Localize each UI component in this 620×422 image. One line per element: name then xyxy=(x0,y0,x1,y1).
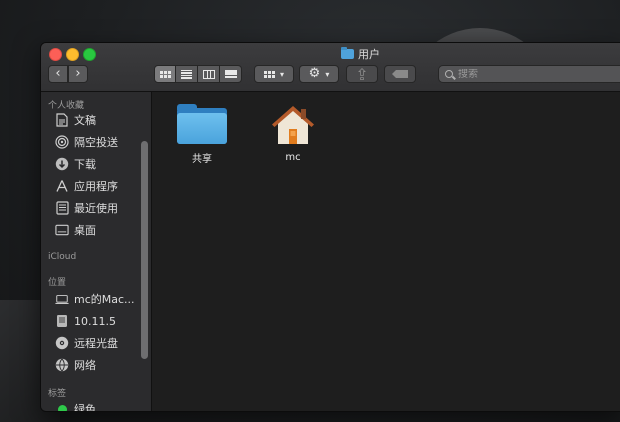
window-title: 用户 xyxy=(341,46,380,62)
desktop-icon xyxy=(55,223,69,237)
list-view-button[interactable] xyxy=(176,65,198,83)
document-icon xyxy=(55,113,69,127)
sidebar-item-network[interactable]: 网络 xyxy=(55,356,96,374)
folder-icon xyxy=(177,104,227,144)
green-tag-dot-icon xyxy=(55,402,69,411)
close-button[interactable] xyxy=(49,48,62,61)
sidebar-section-tags: 标签 xyxy=(48,389,67,399)
chevron-right-icon: › xyxy=(75,66,81,81)
title-bar[interactable]: 用户 ‹ › ▾ ⚙ ▾ ⇪ 搜索 xyxy=(41,43,620,92)
sidebar-item-label: 网络 xyxy=(74,359,96,372)
maximize-button[interactable] xyxy=(83,48,96,61)
file-browser-area: 共享 mc xyxy=(152,92,620,411)
forward-button[interactable]: › xyxy=(68,65,88,83)
sidebar-item-label: 隔空投送 xyxy=(74,136,118,149)
sidebar-item-label: 最近使用 xyxy=(74,202,118,215)
chevron-down-icon: ▾ xyxy=(279,69,284,79)
arrange-button[interactable]: ▾ xyxy=(254,65,294,83)
sidebar-item-remote-disc[interactable]: 远程光盘 xyxy=(55,334,118,352)
applications-icon xyxy=(55,179,69,193)
sidebar-item-label: mc的Mac... xyxy=(74,293,135,306)
sidebar-item-desktop[interactable]: 桌面 xyxy=(55,221,96,239)
sidebar-item-label: 应用程序 xyxy=(74,180,118,193)
view-mode-group xyxy=(154,65,242,83)
share-icon: ⇪ xyxy=(355,64,369,84)
search-input[interactable] xyxy=(458,68,608,80)
search-icon xyxy=(445,70,453,78)
file-item-shared-folder[interactable]: 共享 xyxy=(167,104,237,165)
folder-icon xyxy=(341,47,354,59)
search-field[interactable] xyxy=(438,65,620,83)
file-item-label: mc xyxy=(285,152,301,163)
sidebar-item-label: 绿色 xyxy=(74,403,96,412)
sidebar-item-documents[interactable]: 文稿 xyxy=(55,111,96,129)
chevron-down-icon: ▾ xyxy=(325,69,330,79)
column-view-button[interactable] xyxy=(198,65,220,83)
chevron-left-icon: ‹ xyxy=(55,66,61,81)
gear-icon: ⚙ xyxy=(308,66,321,81)
sidebar-item-airdrop[interactable]: 隔空投送 xyxy=(55,133,118,151)
home-icon xyxy=(272,106,314,144)
sidebar: 个人收藏 文稿 隔空投送 下载 应用程序 最近使用 桌面 iCloud 位置 m… xyxy=(41,92,152,411)
list-icon xyxy=(181,69,192,79)
finder-window: 用户 ‹ › ▾ ⚙ ▾ ⇪ 搜索 个人收藏 文稿 隔空投送 下载 应用程序 最… xyxy=(40,42,620,412)
sidebar-item-applications[interactable]: 应用程序 xyxy=(55,177,118,195)
sidebar-item-tag-green[interactable]: 绿色 xyxy=(55,400,96,412)
sidebar-item-disk[interactable]: 10.11.5 xyxy=(55,312,116,330)
sidebar-scrollbar[interactable] xyxy=(141,141,148,359)
optical-disc-icon xyxy=(55,336,69,350)
sidebar-item-label: 下载 xyxy=(74,158,96,171)
action-button[interactable]: ⚙ ▾ xyxy=(299,65,339,83)
share-button[interactable]: ⇪ xyxy=(346,64,378,84)
cover-flow-button[interactable] xyxy=(220,65,242,83)
download-icon xyxy=(55,157,69,171)
airdrop-icon xyxy=(55,135,69,149)
sidebar-item-label: 10.11.5 xyxy=(74,314,116,328)
sidebar-item-mac[interactable]: mc的Mac... xyxy=(55,290,135,308)
minimize-button[interactable] xyxy=(66,48,79,61)
file-item-label: 共享 xyxy=(192,154,212,165)
grid-icon xyxy=(263,70,275,78)
sidebar-section-icloud: iCloud xyxy=(48,252,77,262)
sidebar-item-label: 文稿 xyxy=(74,114,96,127)
icon-view-button[interactable] xyxy=(154,65,176,83)
window-title-label: 用户 xyxy=(358,48,380,61)
sidebar-item-label: 桌面 xyxy=(74,224,96,237)
sidebar-item-recents[interactable]: 最近使用 xyxy=(55,199,118,217)
sidebar-section-devices: 位置 xyxy=(48,278,67,288)
tag-icon xyxy=(392,70,408,78)
sidebar-item-downloads[interactable]: 下载 xyxy=(55,155,96,173)
columns-icon xyxy=(202,69,215,79)
cover-flow-icon xyxy=(224,69,237,79)
sidebar-item-label: 远程光盘 xyxy=(74,337,118,350)
sidebar-section-favorites: 个人收藏 xyxy=(48,101,85,111)
grid-icon xyxy=(159,70,171,78)
laptop-icon xyxy=(55,292,69,306)
disk-icon xyxy=(55,314,69,328)
tag-button[interactable] xyxy=(384,65,416,83)
file-item-home-folder[interactable]: mc xyxy=(258,104,328,163)
network-icon xyxy=(55,358,69,372)
recents-icon xyxy=(55,201,69,215)
back-button[interactable]: ‹ xyxy=(48,65,68,83)
